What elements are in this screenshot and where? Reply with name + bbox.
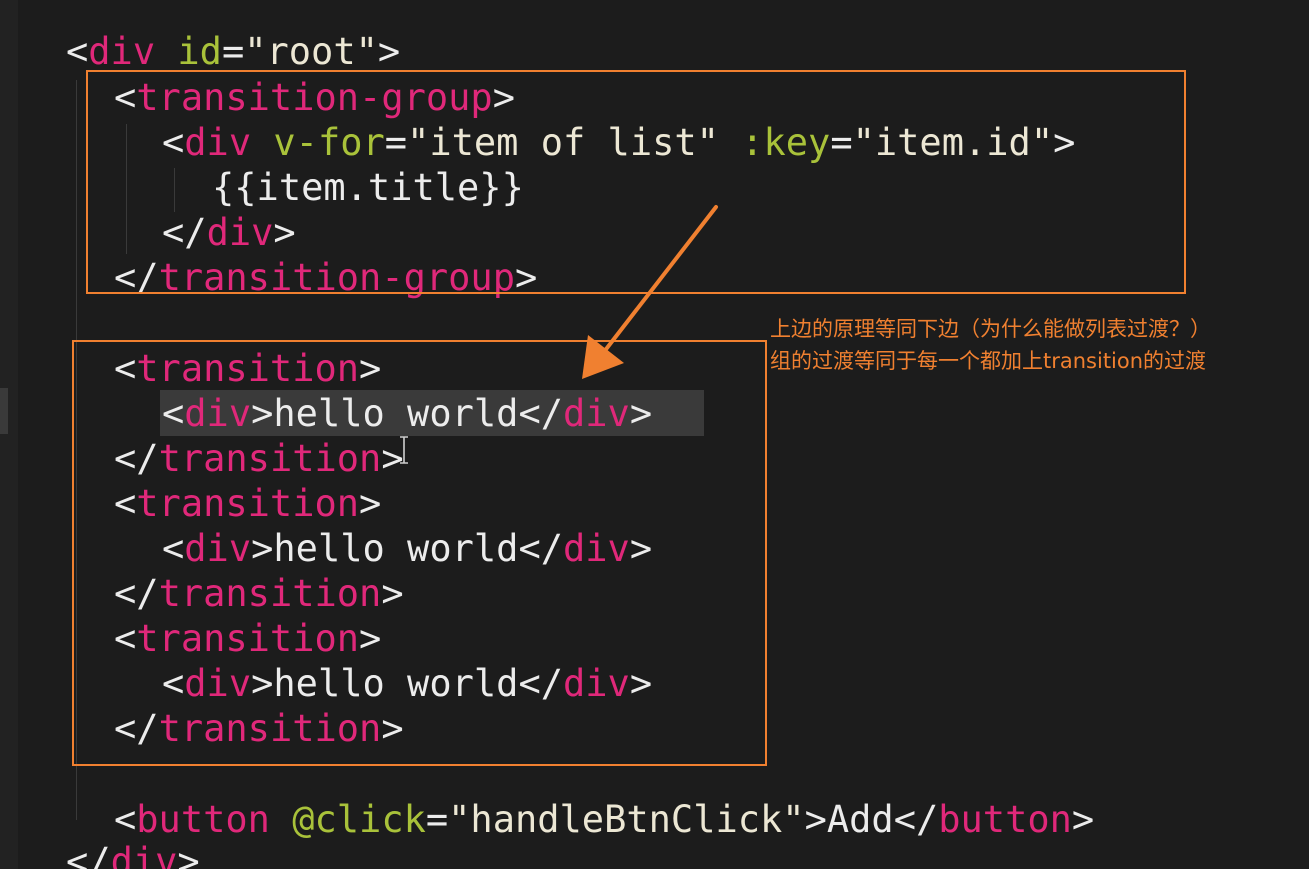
token-punctuation: >: [804, 798, 827, 841]
token-punctuation: </: [893, 798, 939, 841]
token-text: Add: [826, 798, 894, 841]
annotation-box-transitions: [72, 340, 767, 766]
token-equals: =: [221, 30, 245, 73]
token-punctuation: <: [66, 30, 89, 73]
token-punctuation: </: [66, 840, 111, 869]
editor-gutter: [0, 0, 18, 869]
token-tag: button: [136, 798, 270, 841]
token-attribute: @click: [292, 798, 426, 841]
token-equals: =: [425, 798, 449, 841]
token-tag: div: [88, 30, 156, 73]
code-line-root-open: <div id="root">: [66, 30, 400, 74]
code-line-root-close: </div>: [66, 840, 200, 869]
code-line-button: <button @click="handleBtnClick">Add</but…: [114, 798, 1094, 842]
annotation-arrow-icon: [582, 205, 718, 379]
token-string: "handleBtnClick": [448, 798, 805, 841]
token-tag: button: [938, 798, 1072, 841]
token-punctuation: >: [177, 840, 200, 869]
token-attribute: id: [177, 30, 222, 73]
token-punctuation: >: [1071, 798, 1095, 841]
gutter-current-line-marker: [0, 388, 8, 434]
token-string: "root": [244, 30, 378, 73]
annotation-note-line-2: 组的过渡等同于每一个都加上transition的过渡: [770, 349, 1207, 373]
token-punctuation: >: [377, 30, 401, 73]
annotation-note-line-1: 上边的原理等同下边（为什么能做列表过渡？）: [770, 317, 1211, 341]
token-tag: div: [110, 840, 178, 869]
token-punctuation: <: [114, 798, 137, 841]
